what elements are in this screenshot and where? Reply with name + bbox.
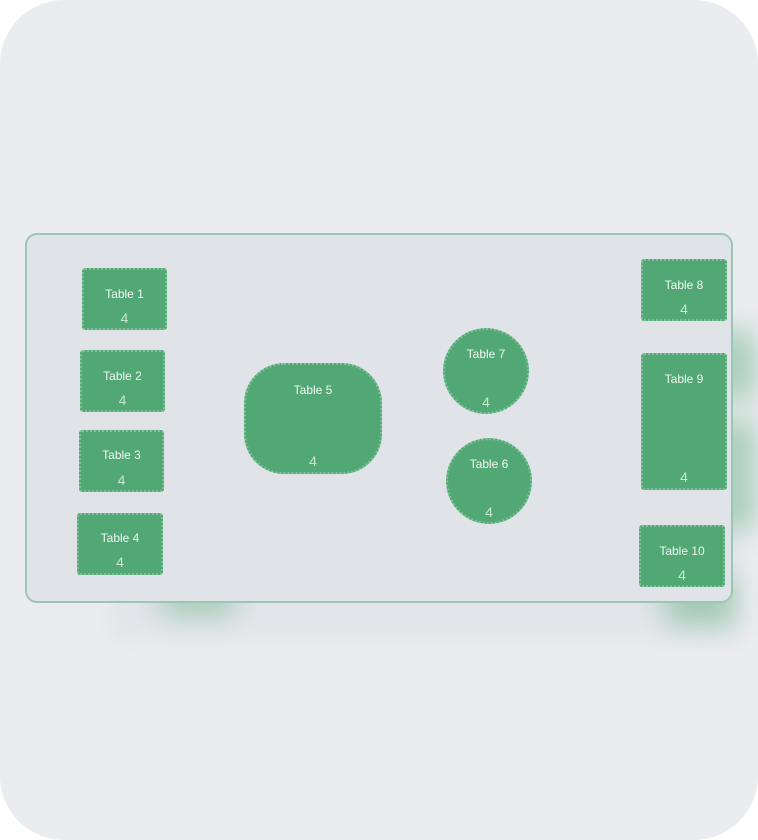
table-name: Table 2 [103, 369, 142, 383]
table-seat-count: 4 [678, 567, 686, 583]
table-seat-count: 4 [117, 472, 126, 488]
table-seat-count: 4 [118, 392, 127, 408]
table-name: Table 4 [100, 531, 140, 545]
table-name: Table 1 [105, 287, 144, 301]
table-5[interactable]: Table 5 4 [244, 363, 382, 474]
table-name: Table 8 [664, 278, 704, 292]
app-frame: Table 1 4 Table 2 4 Table 3 4 Table 4 4 … [0, 0, 758, 840]
table-seat-count: 4 [680, 469, 688, 485]
table-1[interactable]: Table 1 4 [82, 268, 167, 330]
table-seat-count: 4 [120, 310, 129, 326]
table-seat-count: 4 [309, 453, 317, 469]
table-name: Table 3 [102, 448, 141, 462]
table-4[interactable]: Table 4 4 [77, 513, 163, 575]
floor-plan-canvas: Table 1 4 Table 2 4 Table 3 4 Table 4 4 … [25, 233, 733, 603]
table-name: Table 7 [466, 347, 506, 361]
table-7[interactable]: Table 7 4 [443, 328, 529, 414]
table-seat-count: 4 [680, 301, 688, 317]
table-seat-count: 4 [482, 394, 490, 410]
table-9[interactable]: Table 9 4 [641, 353, 727, 490]
table-10[interactable]: Table 10 4 [639, 525, 725, 587]
table-3[interactable]: Table 3 4 [79, 430, 164, 492]
table-name: Table 6 [469, 457, 509, 471]
table-name: Table 10 [659, 544, 705, 558]
table-2[interactable]: Table 2 4 [80, 350, 165, 412]
table-name: Table 5 [293, 383, 333, 397]
table-8[interactable]: Table 8 4 [641, 259, 727, 321]
table-seat-count: 4 [485, 504, 493, 520]
table-seat-count: 4 [116, 554, 124, 570]
table-6[interactable]: Table 6 4 [446, 438, 532, 524]
table-name: Table 9 [664, 372, 704, 386]
